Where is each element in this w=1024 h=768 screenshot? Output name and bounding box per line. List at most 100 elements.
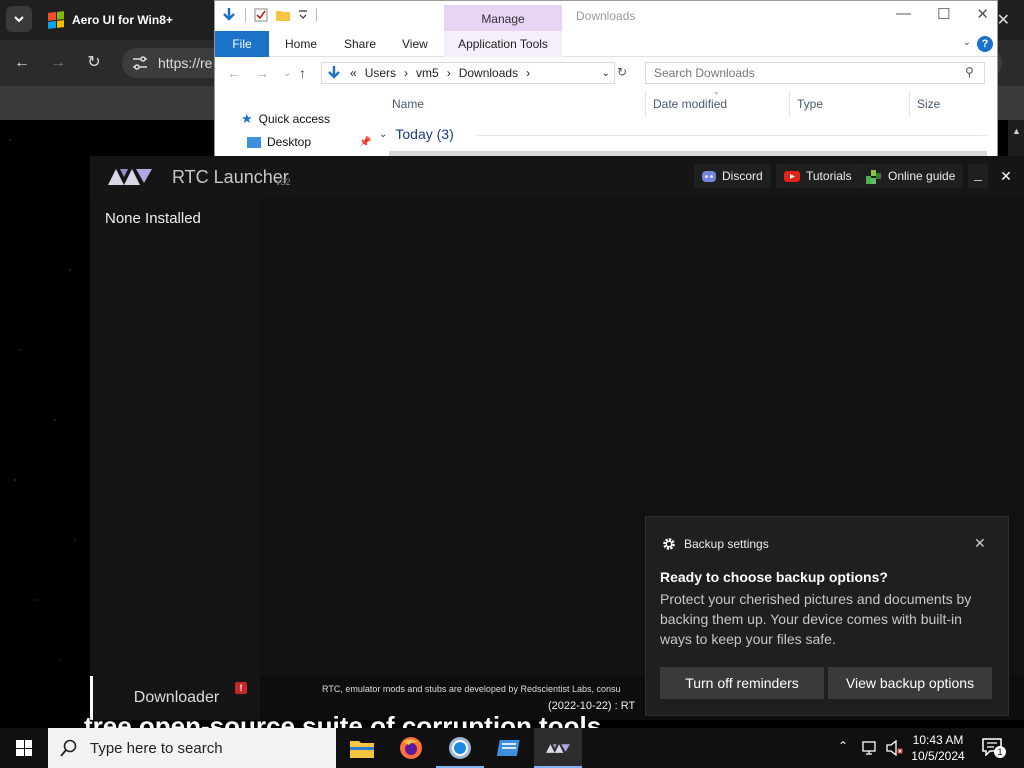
column-type[interactable]: Type bbox=[797, 97, 823, 111]
manage-tab[interactable]: Manage bbox=[444, 5, 562, 31]
forward-arrow-icon[interactable]: → bbox=[47, 52, 69, 74]
nav-desktop-label: Desktop bbox=[267, 135, 312, 149]
backup-notification[interactable]: Backup settings ✕ Ready to choose backup… bbox=[645, 516, 1009, 716]
properties-icon[interactable] bbox=[254, 8, 268, 22]
taskbar-clock[interactable]: 10:43 AM 10/5/2024 bbox=[906, 732, 970, 764]
scroll-up-icon[interactable]: ▲ bbox=[1012, 126, 1021, 136]
downloader-label: Downloader bbox=[133, 689, 220, 706]
rtc-close-button[interactable]: ✕ bbox=[996, 164, 1016, 188]
sort-indicator-icon: ⌄ bbox=[713, 87, 720, 96]
notification-body: Protect your cherished pictures and docu… bbox=[660, 591, 972, 647]
app-window-icon bbox=[497, 740, 520, 756]
tab-view[interactable]: View bbox=[402, 31, 428, 57]
chrome-icon bbox=[449, 737, 471, 759]
customize-dropdown-icon[interactable] bbox=[298, 9, 308, 21]
browser-tab[interactable]: Aero UI for Win8+ bbox=[40, 4, 220, 36]
column-name[interactable]: Name bbox=[392, 97, 424, 111]
forward-arrow-icon[interactable]: → bbox=[255, 65, 269, 81]
chevron-right-icon: › bbox=[446, 66, 451, 80]
up-arrow-icon[interactable]: ↑ bbox=[299, 65, 306, 81]
help-icon[interactable]: ? bbox=[977, 36, 993, 52]
volume-muted-icon[interactable] bbox=[886, 740, 904, 756]
network-icon[interactable] bbox=[862, 741, 880, 755]
breadcrumb-overflow[interactable]: « bbox=[350, 66, 357, 80]
notification-heading: Ready to choose backup options? bbox=[660, 569, 888, 585]
taskbar-app-notes[interactable] bbox=[485, 728, 533, 768]
search-input[interactable]: Search Downloads bbox=[645, 62, 985, 84]
address-dropdown-icon[interactable]: ⌄ bbox=[602, 68, 610, 79]
notification-close-icon[interactable]: ✕ bbox=[974, 535, 986, 552]
quick-access-toolbar bbox=[221, 7, 317, 23]
column-separator[interactable] bbox=[789, 91, 790, 117]
group-today[interactable]: ⌄ Today (3) bbox=[379, 126, 454, 142]
notification-count-badge: 1 bbox=[994, 746, 1006, 758]
group-divider bbox=[477, 135, 987, 136]
rtc-release-date: (2022-10-22) : RT bbox=[548, 700, 636, 712]
explorer-breadcrumb[interactable]: « Users › vm5 › Downloads › ⌄ bbox=[321, 62, 615, 84]
breadcrumb-vm5[interactable]: vm5 bbox=[416, 66, 439, 80]
browser-close-icon[interactable]: ✕ bbox=[997, 10, 1010, 30]
taskbar-chrome[interactable] bbox=[436, 728, 484, 768]
column-size[interactable]: Size bbox=[917, 97, 940, 111]
back-arrow-icon[interactable]: ← bbox=[227, 65, 241, 81]
recent-locations-icon[interactable]: ⌄ bbox=[283, 68, 291, 79]
view-backup-options-button[interactable]: View backup options bbox=[828, 667, 992, 699]
close-icon[interactable]: ✕ bbox=[976, 5, 989, 23]
reload-icon[interactable]: ↻ bbox=[83, 52, 105, 74]
tab-list-button[interactable] bbox=[6, 6, 32, 32]
discord-button[interactable]: Discord bbox=[694, 164, 771, 188]
rtc-sidebar-title: None Installed bbox=[105, 210, 201, 227]
tab-file[interactable]: File bbox=[215, 31, 269, 57]
rtc-version: v32 bbox=[276, 177, 291, 187]
rtc-title: RTC Launcher bbox=[172, 167, 289, 187]
tab-application-tools[interactable]: Application Tools bbox=[444, 31, 562, 57]
minimize-icon[interactable]: — bbox=[896, 5, 911, 23]
windows-logo-icon bbox=[16, 740, 32, 756]
tutorials-button[interactable]: Tutorials bbox=[776, 164, 860, 188]
rtc-minimize-button[interactable]: _ bbox=[968, 164, 988, 188]
nav-quick-access[interactable]: ★ Quick access bbox=[241, 111, 330, 127]
rtc-logo-icon bbox=[108, 169, 152, 185]
desktop-icon bbox=[247, 136, 261, 148]
taskbar: Type here to search ⌃ 10:43 AM 10/5/2024… bbox=[0, 728, 1024, 768]
rtc-credits-text: RTC, emulator mods and stubs are develop… bbox=[322, 684, 621, 694]
refresh-icon[interactable]: ↻ bbox=[617, 65, 627, 79]
breadcrumb-users[interactable]: Users bbox=[365, 66, 396, 80]
nav-desktop[interactable]: Desktop 📌 bbox=[247, 135, 371, 149]
file-explorer-window: Manage Downloads — ☐ ✕ File Home Share V… bbox=[214, 0, 998, 158]
nav-quick-access-label: Quick access bbox=[258, 112, 331, 126]
downloads-folder-icon bbox=[328, 66, 340, 79]
pin-icon[interactable]: 📌 bbox=[359, 137, 371, 148]
guide-blocks-icon bbox=[866, 170, 881, 184]
new-folder-icon[interactable] bbox=[276, 9, 290, 21]
taskbar-search[interactable]: Type here to search bbox=[48, 728, 336, 768]
tutorials-label: Tutorials bbox=[806, 169, 852, 183]
back-arrow-icon[interactable]: ← bbox=[11, 52, 33, 74]
taskbar-rtc-launcher[interactable] bbox=[534, 728, 582, 768]
show-hidden-icons-icon[interactable]: ⌃ bbox=[838, 739, 848, 753]
download-arrow-icon[interactable] bbox=[221, 7, 237, 23]
online-guide-button[interactable]: Online guide bbox=[858, 164, 964, 188]
discord-icon bbox=[702, 170, 716, 182]
column-separator[interactable] bbox=[645, 91, 646, 117]
group-today-label: Today (3) bbox=[395, 126, 454, 142]
notification-app-name: Backup settings bbox=[684, 537, 769, 551]
turn-off-reminders-button[interactable]: Turn off reminders bbox=[660, 667, 824, 699]
tab-home[interactable]: Home bbox=[285, 31, 317, 57]
expand-ribbon-icon[interactable]: ⌄ bbox=[963, 37, 971, 48]
start-button[interactable] bbox=[0, 728, 48, 768]
column-separator[interactable] bbox=[909, 91, 910, 117]
alert-badge: ! bbox=[235, 682, 247, 694]
taskbar-file-explorer[interactable] bbox=[338, 728, 386, 768]
site-settings-icon[interactable] bbox=[132, 56, 148, 70]
tab-share[interactable]: Share bbox=[344, 31, 376, 57]
taskbar-firefox[interactable] bbox=[387, 728, 435, 768]
rtc-header: RTC Launcher v32 Discord Tutorials Onlin… bbox=[90, 156, 1024, 198]
clock-date: 10/5/2024 bbox=[911, 749, 965, 763]
gear-icon bbox=[663, 538, 675, 550]
maximize-icon[interactable]: ☐ bbox=[937, 5, 950, 23]
discord-label: Discord bbox=[722, 169, 763, 183]
column-date-modified[interactable]: Date modified bbox=[653, 97, 727, 111]
breadcrumb-downloads[interactable]: Downloads bbox=[459, 66, 518, 80]
chevron-down-icon: ⌄ bbox=[379, 128, 388, 140]
